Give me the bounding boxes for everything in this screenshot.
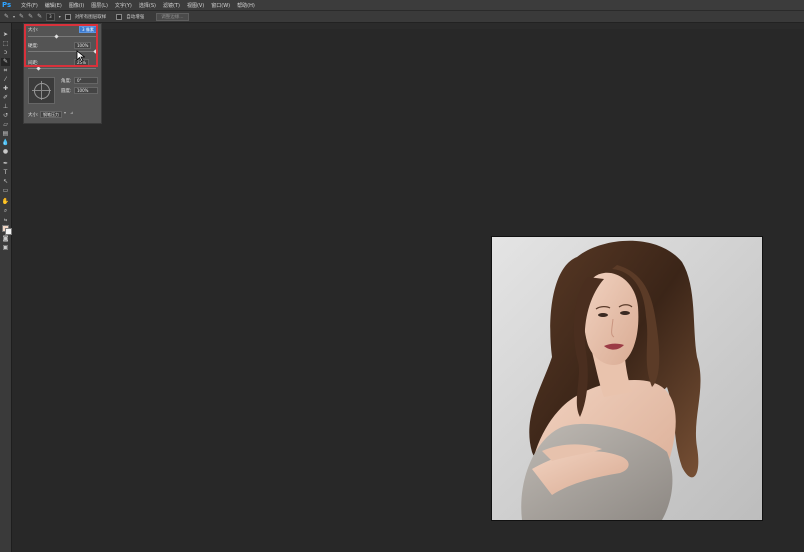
tools-panel: ➤ ⬚ ↄ ✎ ⌗ ⁄ ✚ ✐ ⊥ ↺ ▱ ▤ 💧 ● ✒ T ↖ ▭ ✋ ⌕ …: [0, 23, 12, 552]
menu-file[interactable]: 文件(F): [21, 2, 38, 9]
spacing-slider-knob[interactable]: [36, 66, 41, 71]
new-selection-icon[interactable]: ✎: [19, 13, 24, 20]
hardness-value-field[interactable]: 100%: [74, 42, 92, 49]
pen-tool-icon[interactable]: ✒: [1, 160, 10, 168]
document-tab-row: [12, 23, 804, 29]
menu-filter[interactable]: 滤镜(T): [163, 2, 180, 9]
lasso-tool-icon[interactable]: ↄ: [1, 49, 10, 57]
mouse-cursor-icon: [76, 50, 85, 62]
chevron-down-icon[interactable]: ▾: [59, 14, 61, 19]
hardness-slider-knob[interactable]: [93, 49, 98, 54]
size-slider-knob[interactable]: [54, 34, 59, 39]
refine-edge-button[interactable]: 调整边缘...: [156, 12, 189, 21]
spacing-label: 间距:: [28, 61, 39, 66]
menu-window[interactable]: 窗口(W): [211, 2, 230, 9]
photoshop-logo: Ps: [2, 1, 12, 9]
size-value-field[interactable]: 3 像素: [79, 26, 97, 33]
options-bar: ✎ ▾ ✎ ✎ ✎ 3 ▾ 对所有图层取样 自动增强 调整边缘...: [0, 11, 804, 23]
eraser-tool-icon[interactable]: ▱: [1, 121, 10, 129]
chevron-down-icon[interactable]: ▾: [13, 14, 15, 19]
type-tool-icon[interactable]: T: [1, 169, 10, 177]
menu-image[interactable]: 图像(I): [69, 2, 84, 9]
add-selection-icon[interactable]: ✎: [28, 13, 33, 20]
size-slider[interactable]: [28, 36, 96, 37]
marquee-tool-icon[interactable]: ⬚: [1, 40, 10, 48]
document-photo[interactable]: [491, 236, 763, 521]
swap-colors-icon[interactable]: ⇆: [1, 216, 10, 224]
chevron-down-icon[interactable]: ▾: [64, 111, 66, 115]
brush-tip-circle: [34, 83, 50, 99]
size-mode-select[interactable]: 钢笔压力: [40, 111, 62, 118]
menu-edit[interactable]: 编辑(E): [45, 2, 62, 9]
brush-tip-preview[interactable]: [28, 77, 55, 104]
auto-enhance-label: 自动增强: [126, 14, 145, 20]
menu-select[interactable]: 选择(S): [139, 2, 156, 9]
auto-enhance-checkbox[interactable]: [116, 13, 123, 20]
brush-preset-panel: ⚙ 大小: 3 像素 硬度: 100% 间距: 25% 角度: 0° 圆度: 1…: [23, 23, 102, 124]
brush-size-picker[interactable]: 3: [46, 12, 55, 21]
brush-tool-icon[interactable]: ✐: [1, 94, 10, 102]
screen-mode-icon[interactable]: ▣: [1, 244, 10, 252]
size-mode-label: 大小:: [28, 113, 39, 118]
quick-selection-tool-icon[interactable]: ✎: [1, 58, 10, 66]
eyedropper-tool-icon[interactable]: ⁄: [1, 76, 10, 84]
move-tool-icon[interactable]: ➤: [1, 31, 10, 39]
angle-value-field[interactable]: 0°: [74, 77, 98, 84]
roundness-label: 圆度:: [61, 89, 72, 94]
healing-brush-tool-icon[interactable]: ✚: [1, 85, 10, 93]
portrait-image: [521, 240, 701, 520]
background-color-swatch[interactable]: [5, 228, 12, 235]
clone-stamp-tool-icon[interactable]: ⊥: [1, 103, 10, 111]
sample-all-layers-label: 对所有图层取样: [74, 14, 107, 20]
menu-layer[interactable]: 图层(L): [91, 2, 108, 9]
menu-help[interactable]: 帮助(H): [237, 2, 255, 9]
path-selection-tool-icon[interactable]: ↖: [1, 178, 10, 186]
menu-bar: Ps 文件(F) 编辑(E) 图像(I) 图层(L) 文字(Y) 选择(S) 滤…: [0, 0, 804, 11]
menu-type[interactable]: 文字(Y): [115, 2, 132, 9]
hand-tool-icon[interactable]: ✋: [1, 198, 10, 206]
quick-mask-icon[interactable]: ◙: [1, 235, 10, 243]
subtract-selection-icon[interactable]: ✎: [37, 13, 42, 20]
menu-view[interactable]: 视图(V): [187, 2, 204, 9]
hardness-slider[interactable]: [28, 51, 96, 52]
roundness-value-field[interactable]: 100%: [74, 87, 98, 94]
hardness-label: 硬度:: [28, 44, 39, 49]
angle-label: 角度:: [61, 79, 72, 84]
dodge-tool-icon[interactable]: ●: [1, 148, 10, 156]
size-label: 大小:: [28, 28, 39, 33]
crop-tool-icon[interactable]: ⌗: [1, 67, 10, 75]
pressure-icon[interactable]: ⊿: [70, 111, 73, 115]
shape-tool-icon[interactable]: ▭: [1, 187, 10, 195]
gradient-tool-icon[interactable]: ▤: [1, 130, 10, 138]
sample-all-layers-checkbox[interactable]: [64, 13, 71, 20]
zoom-tool-icon[interactable]: ⌕: [1, 207, 10, 215]
tool-preset-icon[interactable]: ✎: [4, 13, 9, 20]
blur-tool-icon[interactable]: 💧: [1, 139, 10, 147]
history-brush-tool-icon[interactable]: ↺: [1, 112, 10, 120]
